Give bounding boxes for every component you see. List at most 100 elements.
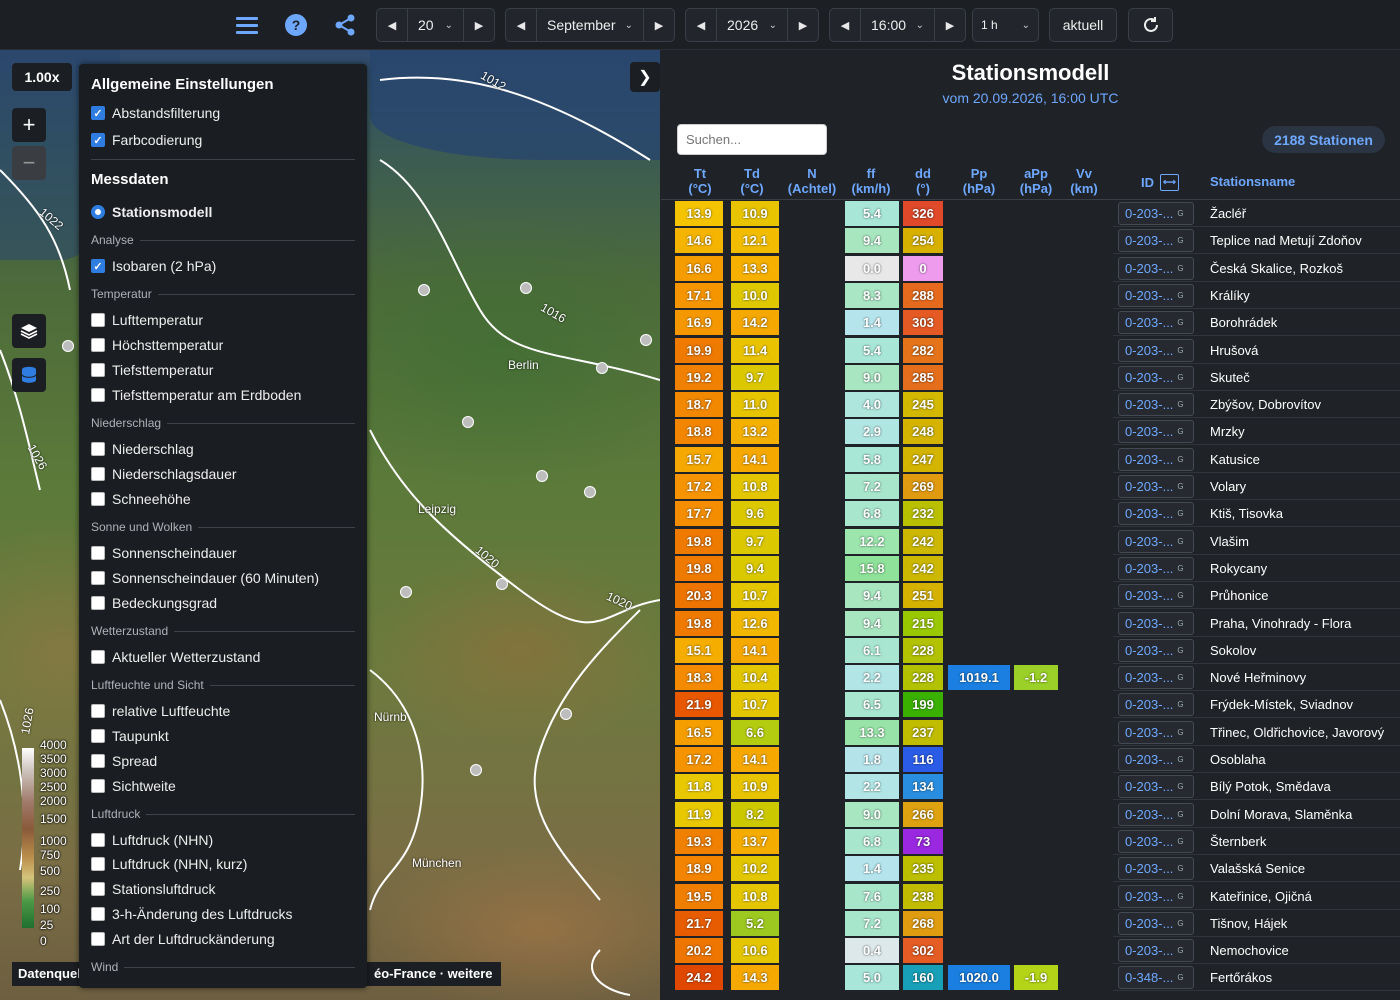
month-next-button[interactable]: ▶ [644, 9, 674, 41]
station-id-button[interactable]: 0-203-... G [1118, 693, 1194, 717]
stationsmodell-radio[interactable]: Stationsmodell [91, 204, 212, 220]
aktueller-wetterzustand-checkbox[interactable]: Aktueller Wetterzustand [91, 649, 260, 665]
table-row[interactable]: 18.9 10.2 1.4 235 0-203-... G Valašská Senice [661, 855, 1400, 883]
table-row[interactable]: 15.1 14.1 6.1 228 0-203-... G Sokolov [661, 637, 1400, 664]
relative-luftfeuchte-checkbox[interactable]: relative Luftfeuchte [91, 703, 230, 719]
station-id-button[interactable]: 0-203-... G [1118, 911, 1194, 935]
hoechsttemperatur-checkbox[interactable]: Höchsttemperatur [91, 337, 223, 353]
table-row[interactable]: 19.8 9.4 15.8 242 0-203-... G Rokycany [661, 555, 1400, 582]
station-id-button[interactable]: 0-203-... G [1118, 283, 1194, 307]
station-id-button[interactable]: 0-203-... G [1118, 884, 1194, 908]
table-row[interactable]: 20.2 10.6 0.4 302 0-203-... G Nemochovice [661, 937, 1400, 965]
time-next-button[interactable]: ▶ [935, 9, 965, 41]
station-id-button[interactable]: 0-203-... G [1118, 802, 1194, 826]
station-id-button[interactable]: 0-203-... G [1118, 556, 1194, 580]
luftdruck-nhn-kurz-checkbox[interactable]: Luftdruck (NHN, kurz) [91, 856, 247, 872]
station-marker[interactable] [536, 470, 548, 482]
luftdruck-aenderung-3h-checkbox[interactable]: 3-h-Änderung des Luftdrucks [91, 906, 293, 922]
isobaren-checkbox[interactable]: ✓ Isobaren (2 hPa) [91, 258, 216, 274]
station-marker[interactable] [462, 416, 474, 428]
station-id-button[interactable]: 0-203-... G [1118, 638, 1194, 662]
table-row[interactable]: 21.9 10.7 6.5 199 0-203-... G Frýdek-Místek, S… [661, 691, 1400, 719]
station-marker[interactable] [520, 282, 532, 294]
search-input[interactable] [677, 124, 827, 155]
day-prev-button[interactable]: ◀ [377, 9, 407, 41]
table-row[interactable]: 19.8 12.6 9.4 215 0-203-... G Praha, Vinohrady… [661, 610, 1400, 637]
table-row[interactable]: 24.2 14.3 5.0 160 1020.0 -1.9 0-348-... G Fertőr… [661, 964, 1400, 992]
time-prev-button[interactable]: ◀ [830, 9, 860, 41]
taupunkt-checkbox[interactable]: Taupunkt [91, 728, 169, 744]
station-id-button[interactable]: 0-203-... G [1118, 229, 1194, 253]
station-id-button[interactable]: 0-203-... G [1118, 311, 1194, 335]
refresh-button[interactable] [1128, 8, 1173, 42]
station-id-button[interactable]: 0-203-... G [1118, 475, 1194, 498]
table-row[interactable]: 16.9 14.2 1.4 303 0-203-... G Borohrádek [661, 309, 1400, 337]
niederschlag-checkbox[interactable]: Niederschlag [91, 441, 194, 457]
station-id-button[interactable]: 0-203-... G [1118, 611, 1194, 635]
table-row[interactable]: 11.9 8.2 9.0 266 0-203-... G Dolní Morava, Sla… [661, 801, 1400, 828]
zoom-out-button[interactable]: − [12, 146, 46, 180]
stationsluftdruck-checkbox[interactable]: Stationsluftdruck [91, 881, 216, 897]
bedeckungsgrad-checkbox[interactable]: Bedeckungsgrad [91, 595, 217, 611]
station-id-button[interactable]: 0-203-... G [1118, 584, 1194, 608]
niederschlagsdauer-checkbox[interactable]: Niederschlagsdauer [91, 466, 237, 482]
sonnenscheindauer-checkbox[interactable]: Sonnenscheindauer [91, 545, 237, 561]
data-button[interactable] [12, 358, 46, 392]
data-source-link[interactable]: Datenquel [12, 962, 87, 986]
station-marker[interactable] [418, 284, 430, 296]
station-marker[interactable] [584, 486, 596, 498]
station-id-button[interactable]: 0-203-... G [1118, 365, 1194, 389]
column-header-app[interactable]: aPp (hPa) [1013, 166, 1059, 196]
table-row[interactable]: 18.7 11.0 4.0 245 0-203-... G Zbýšov, Dobrovít… [661, 391, 1400, 419]
collapse-panel-button[interactable]: ❯ [630, 62, 660, 92]
station-marker[interactable] [560, 708, 572, 720]
step-select[interactable]: 1 h ⌄ [972, 8, 1039, 42]
table-row[interactable]: 16.6 13.3 0.0 0 0-203-... G Česká Skalice, Roz… [661, 255, 1400, 282]
station-id-button[interactable]: 0-348-... G [1118, 966, 1194, 990]
station-id-button[interactable]: 0-203-... G [1118, 720, 1194, 744]
month-select[interactable]: September ⌄ [536, 9, 644, 41]
station-id-button[interactable]: 0-203-... G [1118, 775, 1194, 799]
year-next-button[interactable]: ▶ [788, 9, 818, 41]
column-header-ff[interactable]: ff (km/h) [845, 166, 897, 196]
station-marker[interactable] [470, 764, 482, 776]
table-row[interactable]: 19.2 9.7 9.0 285 0-203-... G Skuteč [661, 364, 1400, 391]
station-id-button[interactable]: 0-203-... G [1118, 338, 1194, 362]
column-header-pp[interactable]: Pp (hPa) [949, 166, 1009, 196]
table-row[interactable]: 13.9 10.9 5.4 326 0-203-... G Žacléř [661, 200, 1400, 227]
attribution-text[interactable]: éo-France · weitere [366, 962, 501, 986]
column-header-vv[interactable]: Vv (km) [1063, 166, 1105, 196]
table-row[interactable]: 19.9 11.4 5.4 282 0-203-... G Hrušová [661, 337, 1400, 364]
column-header-id[interactable]: ID ⟷ [1135, 174, 1185, 191]
station-id-button[interactable]: 0-203-... G [1118, 666, 1194, 690]
day-next-button[interactable]: ▶ [464, 9, 494, 41]
share-icon[interactable] [330, 10, 360, 40]
column-header-n[interactable]: N (Achtel) [781, 166, 843, 196]
table-row[interactable]: 14.6 12.1 9.4 254 0-203-... G Teplice nad Metu… [661, 227, 1400, 255]
menu-icon[interactable] [232, 10, 262, 40]
station-id-button[interactable]: 0-203-... G [1118, 502, 1194, 526]
station-marker[interactable] [596, 362, 608, 374]
table-row[interactable]: 15.7 14.1 5.8 247 0-203-... G Katusice [661, 446, 1400, 473]
table-row[interactable]: 19.8 9.7 12.2 242 0-203-... G Vlašim [661, 528, 1400, 555]
day-select[interactable]: 20 ⌄ [407, 9, 464, 41]
station-id-button[interactable]: 0-203-... G [1118, 529, 1194, 553]
column-header-td[interactable]: Td (°C) [727, 166, 777, 196]
month-prev-button[interactable]: ◀ [506, 9, 536, 41]
sonnenscheindauer-60-checkbox[interactable]: Sonnenscheindauer (60 Minuten) [91, 570, 319, 586]
tiefsttemperatur-checkbox[interactable]: Tiefsttemperatur [91, 362, 213, 378]
resize-column-icon[interactable]: ⟷ [1160, 174, 1179, 191]
farbcodierung-checkbox[interactable]: ✓ Farbcodierung [91, 132, 202, 148]
station-id-button[interactable]: 0-203-... G [1118, 420, 1194, 444]
schneehoehe-checkbox[interactable]: Schneehöhe [91, 491, 191, 507]
table-row[interactable]: 18.8 13.2 2.9 248 0-203-... G Mrzky [661, 418, 1400, 446]
station-id-button[interactable]: 0-203-... G [1118, 447, 1194, 471]
year-prev-button[interactable]: ◀ [686, 9, 716, 41]
column-header-dd[interactable]: dd (°) [901, 166, 945, 196]
table-row[interactable]: 19.3 13.7 6.8 73 0-203-... G Šternberk [661, 828, 1400, 855]
station-marker[interactable] [640, 334, 652, 346]
art-luftdruckaenderung-checkbox[interactable]: Art der Luftdruckänderung [91, 931, 275, 947]
layers-button[interactable] [12, 314, 46, 348]
station-id-button[interactable]: 0-203-... G [1118, 393, 1194, 417]
table-row[interactable]: 20.3 10.7 9.4 251 0-203-... G Průhonice [661, 582, 1400, 610]
